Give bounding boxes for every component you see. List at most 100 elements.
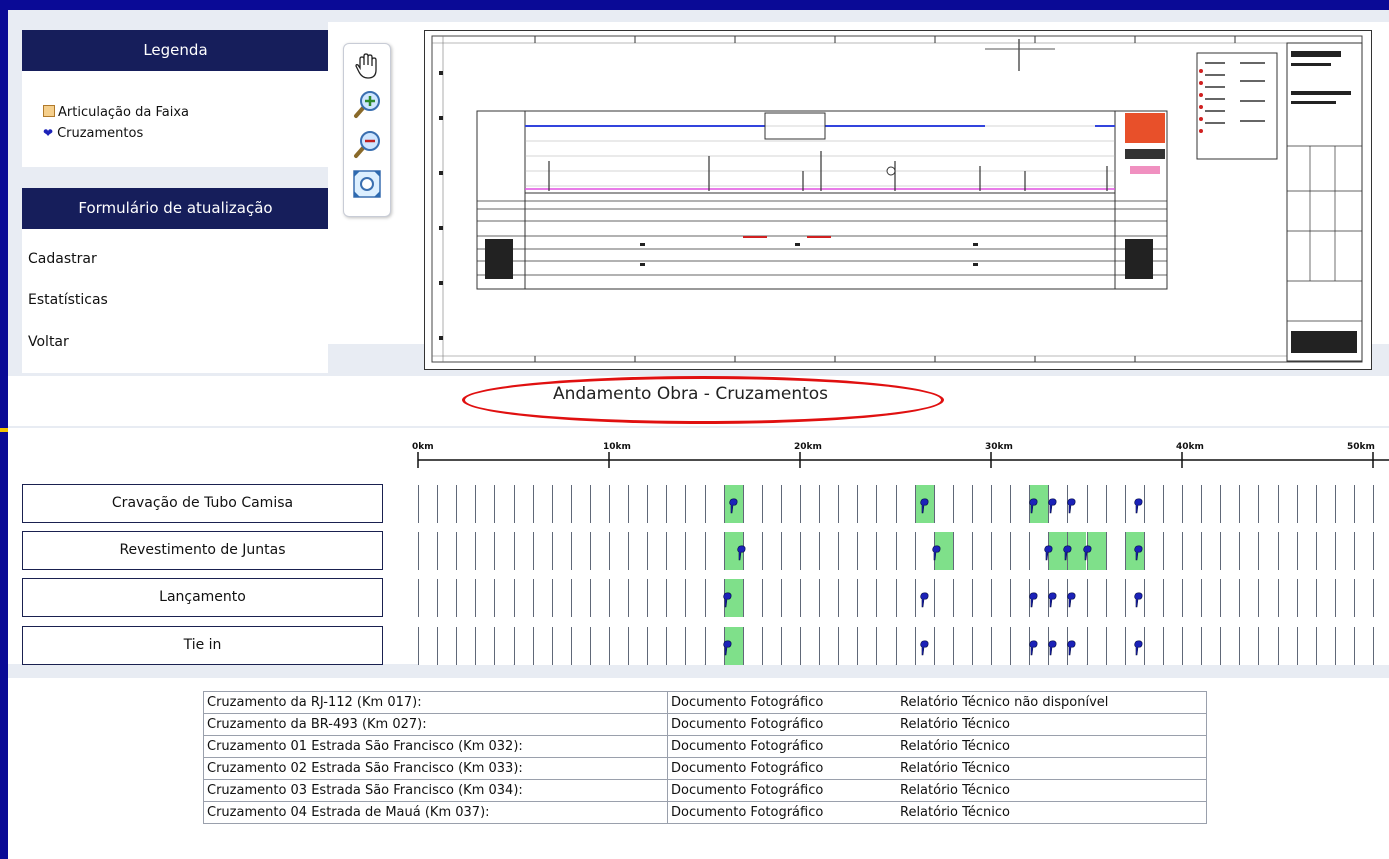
estatisticas-link[interactable]: Estatísticas [28,292,108,308]
km-cell [1239,579,1259,617]
crossing-pin-icon[interactable] [1082,545,1093,561]
km-cell [551,579,571,617]
photo-document-link[interactable]: Documento Fotográfico [667,713,895,736]
km-cell [666,627,686,665]
crossing-pin-icon[interactable] [931,545,942,561]
technical-report-link[interactable]: Relatório Técnico [895,735,1207,758]
photo-document-link[interactable]: Documento Fotográfico [667,801,895,824]
km-cell [532,532,552,570]
section-title-band: Andamento Obra - Cruzamentos [8,376,1389,426]
crossing-pin-icon[interactable] [723,640,733,656]
km-cell [933,579,953,617]
km-cell [589,532,609,570]
km-cell [971,579,991,617]
km-cell [628,579,648,617]
zoom-in-icon[interactable] [351,88,383,120]
km-cell [494,485,514,523]
crossing-name: Cruzamento 02 Estrada São Francisco (Km … [203,757,668,780]
crossing-pin-icon[interactable] [1067,498,1077,514]
km-cell [532,579,552,617]
km-cell [857,627,877,665]
crossing-pin-icon[interactable] [1029,640,1039,656]
km-cell [418,532,438,570]
km-cell [895,627,915,665]
crossing-pin-icon[interactable] [1044,545,1054,561]
km-cell [1315,485,1335,523]
technical-report-link[interactable]: Relatório Técnico [895,713,1207,736]
crossing-pin-icon[interactable] [723,592,733,608]
photo-document-link[interactable]: Documento Fotográfico [667,779,895,802]
crossing-pin-icon[interactable] [920,640,930,656]
km-cell [1143,532,1163,570]
km-cell [780,579,800,617]
technical-report-link[interactable]: Relatório Técnico não disponível [895,691,1207,714]
km-cell [1373,579,1389,617]
pan-hand-icon[interactable] [351,50,383,82]
km-cell [418,485,438,523]
crossing-pin-icon[interactable] [1048,498,1058,514]
km-cell [1353,579,1373,617]
km-cell [761,579,781,617]
km-cell [876,627,896,665]
crossing-pin-icon[interactable] [1029,498,1039,514]
km-cell [952,532,972,570]
scale-tick-label: 30km [985,442,1013,452]
photo-document-link[interactable]: Documento Fotográfico [667,691,895,714]
km-cell [1105,532,1125,570]
crossing-pin-icon[interactable] [920,592,930,608]
km-cell [1373,627,1389,665]
km-cell [551,627,571,665]
km-cell [991,532,1011,570]
km-cell [704,485,724,523]
scale-tick-label: 10km [603,442,631,452]
km-cell [876,485,896,523]
km-cell [1105,627,1125,665]
km-cell [647,579,667,617]
crossing-pin-icon[interactable] [1134,592,1144,608]
km-cell [1353,532,1373,570]
photo-document-link[interactable]: Documento Fotográfico [667,757,895,780]
zoom-out-icon[interactable] [351,128,383,160]
crossing-name: Cruzamento 01 Estrada São Francisco (Km … [203,735,668,758]
km-cell [609,532,629,570]
table-row: Cruzamento 04 Estrada de Mauá (Km 037): D… [203,801,1207,824]
km-cell [532,485,552,523]
crossing-pin-icon[interactable] [1029,592,1039,608]
km-cell [1182,579,1202,617]
crossing-pin-icon[interactable] [1063,545,1073,561]
crossing-pin-icon[interactable] [1134,640,1144,656]
voltar-link[interactable]: Voltar [28,334,69,350]
technical-report-link[interactable]: Relatório Técnico [895,779,1207,802]
cadastrar-link[interactable]: Cadastrar [28,251,97,267]
crossing-pin-icon[interactable] [729,498,739,514]
crossing-pin-icon[interactable] [1048,640,1058,656]
row-label: Revestimento de Juntas [22,531,383,570]
km-cell [589,627,609,665]
crossing-pin-icon[interactable] [737,545,747,561]
km-cell [494,532,514,570]
scale-tick-label: 20km [794,442,822,452]
km-cell [780,485,800,523]
crossing-pin-icon[interactable] [1134,545,1144,561]
km-cell [1296,485,1316,523]
km-cell [1143,485,1163,523]
crossing-pin-icon[interactable] [920,498,930,514]
km-cell [1182,627,1202,665]
crossing-pin-icon[interactable] [1067,640,1077,656]
km-cell [761,627,781,665]
crossing-name: Cruzamento da RJ-112 (Km 017): [203,691,668,714]
table-row: Cruzamento 03 Estrada São Francisco (Km … [203,779,1207,802]
photo-document-link[interactable]: Documento Fotográfico [667,735,895,758]
technical-report-link[interactable]: Relatório Técnico [895,801,1207,824]
crossing-pin-icon[interactable] [1048,592,1058,608]
km-cell [1258,579,1278,617]
km-cell [437,579,457,617]
crossing-pin-icon[interactable] [1067,592,1077,608]
km-cell [1277,532,1297,570]
km-cell [456,485,476,523]
km-cell [1334,532,1354,570]
technical-report-link[interactable]: Relatório Técnico [895,757,1207,780]
zoom-extent-icon[interactable] [351,168,383,200]
km-cell [819,485,839,523]
crossing-pin-icon[interactable] [1134,498,1144,514]
